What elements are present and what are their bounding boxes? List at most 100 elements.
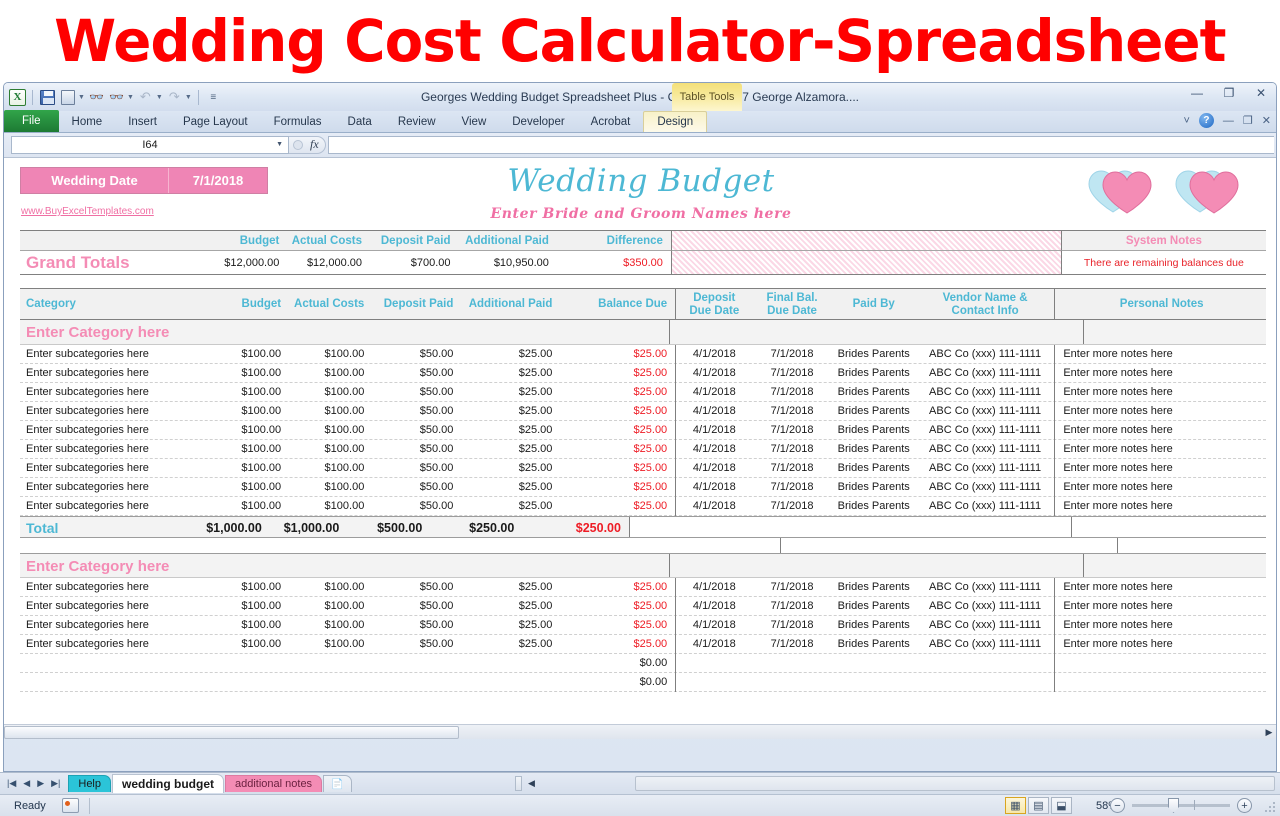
table-row[interactable]: $0.00: [20, 673, 1266, 692]
row-actual[interactable]: $100.00: [287, 578, 370, 597]
row-paid-by[interactable]: Brides Parents: [832, 364, 916, 383]
spreadsheet-grid[interactable]: Wedding Date 7/1/2018 www.BuyExcelTempla…: [4, 157, 1277, 739]
row-vendor[interactable]: ABC Co (xxx) 111-1111: [916, 597, 1055, 616]
row-paid-by[interactable]: Brides Parents: [832, 345, 916, 364]
find-dropdown-icon[interactable]: ▼: [127, 94, 134, 101]
new-sheet-icon[interactable]: 📄: [323, 775, 351, 792]
row-deposit[interactable]: $50.00: [370, 635, 459, 654]
row-actual[interactable]: $100.00: [287, 421, 370, 440]
row-additional[interactable]: $25.00: [459, 616, 558, 635]
row-actual[interactable]: [287, 673, 370, 692]
row-subcategory[interactable]: Enter subcategories here: [20, 616, 210, 635]
last-sheet-icon[interactable]: ▶|: [51, 778, 60, 789]
row-deposit[interactable]: [370, 673, 459, 692]
row-deposit-due[interactable]: 4/1/2018: [675, 478, 752, 497]
zoom-out-button[interactable]: −: [1110, 798, 1125, 813]
row-additional[interactable]: $25.00: [459, 440, 558, 459]
row-actual[interactable]: $100.00: [287, 345, 370, 364]
save-icon[interactable]: [39, 89, 56, 106]
resize-grip[interactable]: [1264, 801, 1276, 813]
undo-dropdown-icon[interactable]: ▼: [156, 94, 163, 101]
row-vendor[interactable]: ABC Co (xxx) 111-1111: [916, 402, 1055, 421]
row-final-due[interactable]: 7/1/2018: [752, 597, 831, 616]
table-row[interactable]: Enter subcategories here $100.00 $100.00…: [20, 497, 1266, 516]
zoom-slider-group[interactable]: − +: [1110, 798, 1252, 813]
scroll-right-icon[interactable]: ▶: [1260, 727, 1277, 738]
row-subcategory[interactable]: Enter subcategories here: [20, 578, 210, 597]
row-additional[interactable]: $25.00: [459, 497, 558, 516]
row-additional[interactable]: $25.00: [459, 421, 558, 440]
row-additional[interactable]: $25.00: [459, 478, 558, 497]
tab-area-scrollbar[interactable]: [635, 776, 1275, 791]
row-deposit-due[interactable]: 4/1/2018: [675, 345, 752, 364]
row-paid-by[interactable]: Brides Parents: [832, 459, 916, 478]
row-actual[interactable]: $100.00: [287, 440, 370, 459]
row-budget[interactable]: $100.00: [210, 345, 287, 364]
row-subcategory[interactable]: Enter subcategories here: [20, 478, 210, 497]
row-notes[interactable]: Enter more notes here: [1054, 635, 1266, 654]
table-row[interactable]: Enter subcategories here $100.00 $100.00…: [20, 635, 1266, 654]
row-actual[interactable]: $100.00: [287, 364, 370, 383]
row-notes[interactable]: Enter more notes here: [1054, 364, 1266, 383]
row-paid-by[interactable]: Brides Parents: [832, 616, 916, 635]
row-paid-by[interactable]: Brides Parents: [832, 383, 916, 402]
row-vendor[interactable]: ABC Co (xxx) 111-1111: [916, 459, 1055, 478]
view-page-layout-button[interactable]: ▤: [1028, 797, 1049, 814]
row-subcategory[interactable]: Enter subcategories here: [20, 421, 210, 440]
name-box-dropdown-icon[interactable]: ▼: [276, 141, 283, 148]
table-row[interactable]: Enter subcategories here $100.00 $100.00…: [20, 364, 1266, 383]
row-actual[interactable]: [287, 654, 370, 673]
restore-button[interactable]: ❐: [1220, 86, 1238, 100]
table-row[interactable]: Enter subcategories here $100.00 $100.00…: [20, 597, 1266, 616]
row-additional[interactable]: $25.00: [459, 635, 558, 654]
row-final-due[interactable]: 7/1/2018: [752, 578, 831, 597]
calculate-dropdown-icon[interactable]: ▼: [78, 94, 85, 101]
window-controls[interactable]: — ❐ ✕: [1188, 86, 1270, 100]
row-deposit-due[interactable]: 4/1/2018: [675, 497, 752, 516]
row-deposit-due[interactable]: [675, 673, 752, 692]
row-deposit-due[interactable]: 4/1/2018: [675, 402, 752, 421]
sheet-tab-wedding-budget[interactable]: wedding budget: [112, 774, 224, 793]
customize-qat-icon[interactable]: ≡: [205, 89, 222, 106]
table-row[interactable]: Enter subcategories here $100.00 $100.00…: [20, 578, 1266, 597]
row-budget[interactable]: $100.00: [210, 478, 287, 497]
ribbon-tab-strip[interactable]: File Home Insert Page Layout Formulas Da…: [4, 111, 1276, 133]
row-deposit[interactable]: $50.00: [370, 497, 459, 516]
row-paid-by[interactable]: [832, 654, 916, 673]
insert-function-icon[interactable]: fx: [310, 137, 319, 152]
row-notes[interactable]: Enter more notes here: [1054, 421, 1266, 440]
row-actual[interactable]: $100.00: [287, 635, 370, 654]
table-row[interactable]: $0.00: [20, 654, 1266, 673]
row-final-due[interactable]: 7/1/2018: [752, 459, 831, 478]
row-subcategory[interactable]: Enter subcategories here: [20, 459, 210, 478]
row-additional[interactable]: $25.00: [459, 578, 558, 597]
row-notes[interactable]: Enter more notes here: [1054, 440, 1266, 459]
row-final-due[interactable]: 7/1/2018: [752, 478, 831, 497]
row-deposit[interactable]: [370, 654, 459, 673]
row-budget[interactable]: $100.00: [210, 364, 287, 383]
row-deposit-due[interactable]: 4/1/2018: [675, 364, 752, 383]
row-additional[interactable]: $25.00: [459, 402, 558, 421]
row-final-due[interactable]: 7/1/2018: [752, 364, 831, 383]
row-budget[interactable]: $100.00: [210, 402, 287, 421]
row-paid-by[interactable]: Brides Parents: [832, 478, 916, 497]
chevron-down-icon[interactable]: ˅: [1183, 115, 1189, 127]
row-vendor[interactable]: ABC Co (xxx) 111-1111: [916, 421, 1055, 440]
row-vendor[interactable]: ABC Co (xxx) 111-1111: [916, 345, 1055, 364]
row-subcategory[interactable]: Enter subcategories here: [20, 597, 210, 616]
calculate-icon[interactable]: [59, 89, 76, 106]
row-deposit-due[interactable]: 4/1/2018: [675, 383, 752, 402]
horizontal-scrollbar[interactable]: ▶: [4, 724, 1277, 739]
row-additional[interactable]: $25.00: [459, 345, 558, 364]
row-deposit[interactable]: $50.00: [370, 364, 459, 383]
redo-icon[interactable]: ↷: [166, 89, 183, 106]
ribbon-restore-icon[interactable]: ❐: [1243, 114, 1253, 127]
row-notes[interactable]: Enter more notes here: [1054, 345, 1266, 364]
row-notes[interactable]: [1054, 654, 1266, 673]
tab-design[interactable]: Design: [643, 111, 707, 132]
table-row[interactable]: Enter subcategories here $100.00 $100.00…: [20, 616, 1266, 635]
find-replace-icon[interactable]: 👓: [108, 89, 125, 106]
workbook-close-icon[interactable]: ✕: [1262, 114, 1271, 127]
tab-page-layout[interactable]: Page Layout: [170, 111, 261, 132]
undo-icon[interactable]: ↶: [137, 89, 154, 106]
